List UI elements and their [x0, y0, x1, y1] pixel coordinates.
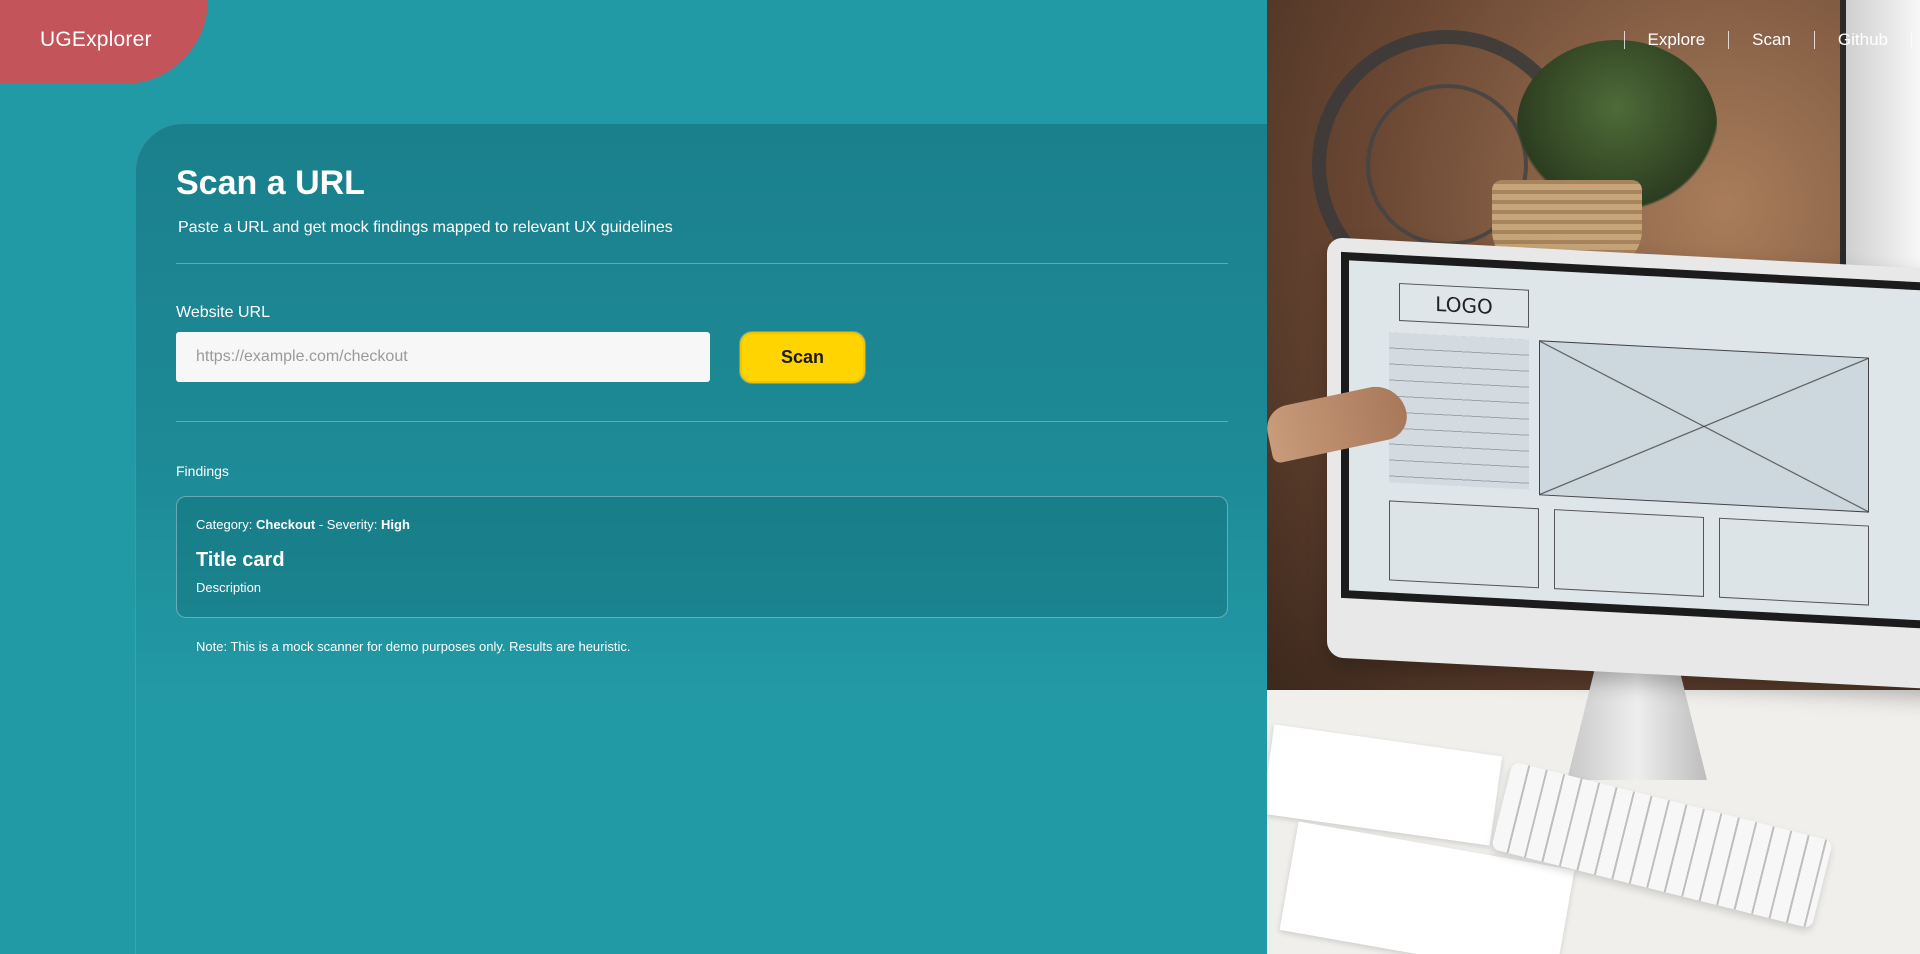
page-subtitle: Paste a URL and get mock findings mapped…	[178, 219, 673, 236]
top-nav: Explore Scan Github	[1623, 30, 1912, 50]
nav-item-scan[interactable]: Scan	[1729, 30, 1814, 50]
nav-separator	[1911, 31, 1912, 49]
brand-name[interactable]: UGExplorer	[40, 28, 152, 52]
photo-screen-card	[1554, 509, 1704, 597]
scan-panel: Scan a URL Paste a URL and get mock find…	[135, 124, 1267, 954]
url-field-label: Website URL	[176, 304, 270, 321]
photo-monitor: LOGO	[1327, 237, 1920, 693]
photo-screen-hero-placeholder	[1539, 340, 1869, 513]
finding-card[interactable]: Category: Checkout - Severity: High Titl…	[176, 496, 1228, 618]
finding-description: Description	[196, 580, 262, 595]
divider	[176, 263, 1228, 264]
hero-photo: LOGO	[1267, 0, 1920, 954]
severity-label: - Severity:	[318, 517, 378, 532]
photo-screen-card	[1389, 500, 1539, 589]
finding-meta: Category: Checkout - Severity: High	[196, 517, 410, 532]
brand-logo[interactable]: UGExplorer	[0, 0, 208, 84]
scan-button[interactable]: Scan	[740, 332, 865, 383]
severity-value: High	[381, 517, 410, 532]
url-input[interactable]	[176, 332, 710, 382]
category-label: Category:	[196, 517, 253, 532]
photo-screen-card	[1719, 517, 1869, 606]
photo-screen-logo: LOGO	[1399, 282, 1529, 328]
nav-item-explore[interactable]: Explore	[1625, 30, 1729, 50]
photo-monitor-screen: LOGO	[1341, 251, 1920, 633]
disclaimer-note: Note: This is a mock scanner for demo pu…	[196, 639, 631, 654]
nav-item-github[interactable]: Github	[1815, 30, 1911, 50]
findings-label: Findings	[176, 463, 229, 479]
category-value: Checkout	[256, 517, 316, 532]
divider	[176, 421, 1228, 422]
page-title: Scan a URL	[176, 164, 365, 202]
finding-title: Title card	[196, 549, 285, 571]
photo-screen-sidebar	[1389, 332, 1529, 490]
